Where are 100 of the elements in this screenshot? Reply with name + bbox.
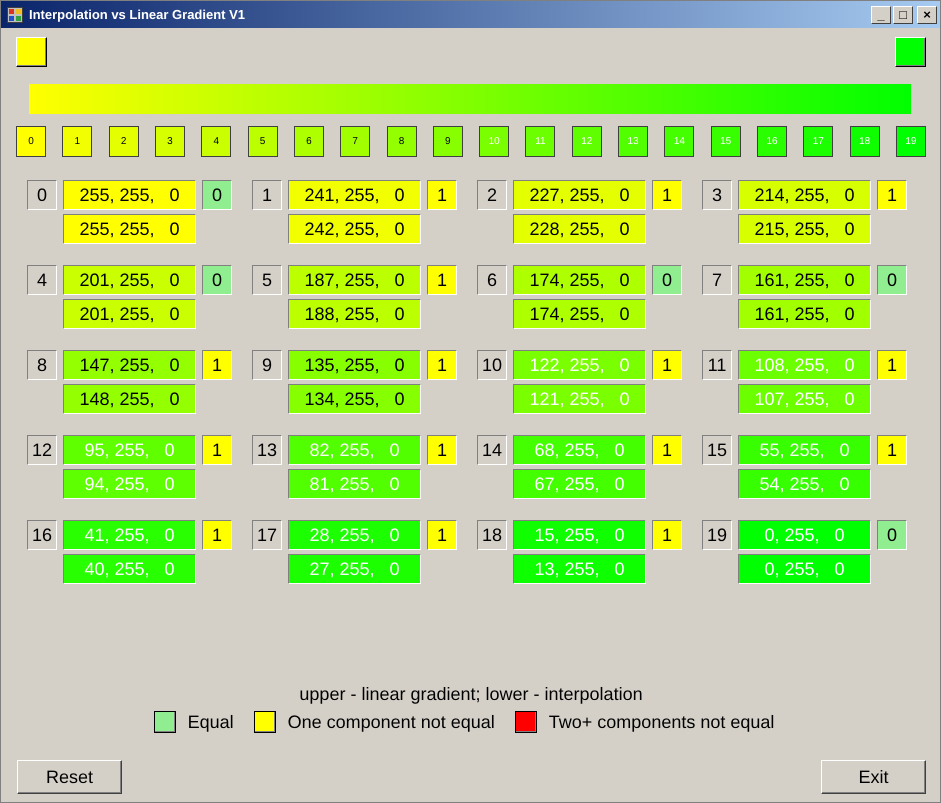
difference-indicator: 1 — [427, 350, 457, 380]
window-title: Interpolation vs Linear Gradient V1 — [29, 7, 246, 22]
gradient-value: 227, 255, 0 — [513, 180, 646, 210]
difference-indicator: 1 — [652, 520, 682, 550]
interpolation-value: 174, 255, 0 — [513, 299, 646, 329]
color-swatch: 16 — [757, 126, 787, 157]
close-button[interactable]: × — [917, 6, 937, 24]
interpolation-value: 107, 255, 0 — [738, 384, 871, 414]
interpolation-value: 81, 255, 0 — [288, 469, 421, 499]
color-swatch: 17 — [803, 126, 834, 157]
app-icon — [7, 6, 23, 22]
gradient-value: 55, 255, 0 — [738, 435, 871, 465]
interpolation-value: 255, 255, 0 — [63, 214, 196, 244]
index-label: 12 — [27, 435, 57, 465]
color-swatch: 6 — [294, 126, 324, 157]
interpolation-value: 148, 255, 0 — [63, 384, 196, 414]
color-swatch: 5 — [248, 126, 278, 157]
gradient-value: 122, 255, 0 — [513, 350, 646, 380]
interpolation-value: 27, 255, 0 — [288, 554, 421, 584]
color-swatch: 15 — [710, 126, 741, 157]
end-color-swatch[interactable] — [895, 37, 926, 67]
interpolation-value: 0, 255, 0 — [738, 554, 871, 584]
index-label: 15 — [702, 435, 732, 465]
index-label: 5 — [252, 265, 282, 295]
legend-label: One component not equal — [288, 712, 495, 732]
gradient-value: 147, 255, 0 — [63, 350, 196, 380]
gradient-value: 201, 255, 0 — [63, 265, 196, 295]
difference-indicator: 0 — [202, 265, 232, 295]
gradient-value: 108, 255, 0 — [738, 350, 871, 380]
exit-button[interactable]: Exit — [821, 760, 926, 794]
color-swatch: 14 — [664, 126, 694, 157]
index-label: 8 — [27, 350, 57, 380]
difference-indicator: 1 — [652, 180, 682, 210]
difference-indicator: 1 — [877, 350, 907, 380]
color-swatch: 0 — [16, 126, 46, 157]
gradient-value: 15, 255, 0 — [513, 520, 646, 550]
index-label: 1 — [252, 180, 282, 210]
index-label: 13 — [252, 435, 282, 465]
color-swatch: 9 — [432, 126, 463, 157]
color-swatch: 11 — [525, 126, 556, 157]
gradient-value: 161, 255, 0 — [738, 265, 871, 295]
difference-indicator: 0 — [877, 265, 907, 295]
interpolation-value: 13, 255, 0 — [513, 554, 646, 584]
difference-indicator: 1 — [427, 435, 457, 465]
color-swatch: 3 — [154, 126, 185, 157]
start-color-swatch[interactable] — [16, 37, 47, 67]
color-swatch: 12 — [572, 126, 602, 157]
gradient-value: 174, 255, 0 — [513, 265, 646, 295]
index-label: 10 — [477, 350, 507, 380]
difference-indicator: 1 — [202, 435, 232, 465]
color-swatch: 8 — [386, 126, 416, 157]
color-swatch: 10 — [479, 126, 510, 157]
difference-indicator: 1 — [202, 350, 232, 380]
gradient-value: 187, 255, 0 — [288, 265, 421, 295]
index-label: 19 — [702, 520, 732, 550]
interpolation-value: 242, 255, 0 — [288, 214, 421, 244]
color-swatch: 19 — [896, 126, 926, 157]
interpolation-value: 188, 255, 0 — [288, 299, 421, 329]
color-swatch: 2 — [108, 126, 139, 157]
difference-indicator: 1 — [427, 265, 457, 295]
gradient-value: 255, 255, 0 — [63, 180, 196, 210]
gradient-value: 241, 255, 0 — [288, 180, 421, 210]
minimize-button[interactable]: _ — [871, 6, 891, 24]
color-swatch: 1 — [62, 126, 92, 157]
interpolation-value: 94, 255, 0 — [63, 469, 196, 499]
difference-indicator: 1 — [202, 520, 232, 550]
index-label: 17 — [252, 520, 282, 550]
reset-button[interactable]: Reset — [17, 760, 122, 794]
index-label: 9 — [252, 350, 282, 380]
gradient-value: 214, 255, 0 — [738, 180, 871, 210]
difference-indicator: 0 — [202, 180, 232, 210]
index-label: 14 — [477, 435, 507, 465]
gradient-value: 135, 255, 0 — [288, 350, 421, 380]
difference-indicator: 1 — [877, 180, 907, 210]
legend-label: Equal — [188, 712, 234, 732]
caption-text: upper - linear gradient; lower - interpolation — [298, 684, 644, 705]
index-label: 18 — [477, 520, 507, 550]
gradient-value: 82, 255, 0 — [288, 435, 421, 465]
color-swatch: 7 — [340, 126, 370, 157]
color-swatch: 4 — [201, 126, 232, 157]
difference-indicator: 0 — [652, 265, 682, 295]
index-label: 11 — [702, 350, 732, 380]
difference-indicator: 1 — [652, 435, 682, 465]
legend-label: Two+ components not equal — [548, 712, 774, 732]
difference-indicator: 1 — [427, 180, 457, 210]
index-label: 6 — [477, 265, 507, 295]
index-label: 0 — [27, 180, 57, 210]
index-label: 7 — [702, 265, 732, 295]
index-label: 2 — [477, 180, 507, 210]
gradient-value: 41, 255, 0 — [63, 520, 196, 550]
difference-indicator: 1 — [427, 520, 457, 550]
interpolation-value: 134, 255, 0 — [288, 384, 421, 414]
index-label: 16 — [27, 520, 57, 550]
interpolation-value: 228, 255, 0 — [513, 214, 646, 244]
difference-indicator: 0 — [877, 520, 907, 550]
interpolation-value: 121, 255, 0 — [513, 384, 646, 414]
index-label: 4 — [27, 265, 57, 295]
interpolation-value: 54, 255, 0 — [738, 469, 871, 499]
maximize-button[interactable]: □ — [893, 6, 913, 24]
color-swatch: 13 — [618, 126, 648, 157]
